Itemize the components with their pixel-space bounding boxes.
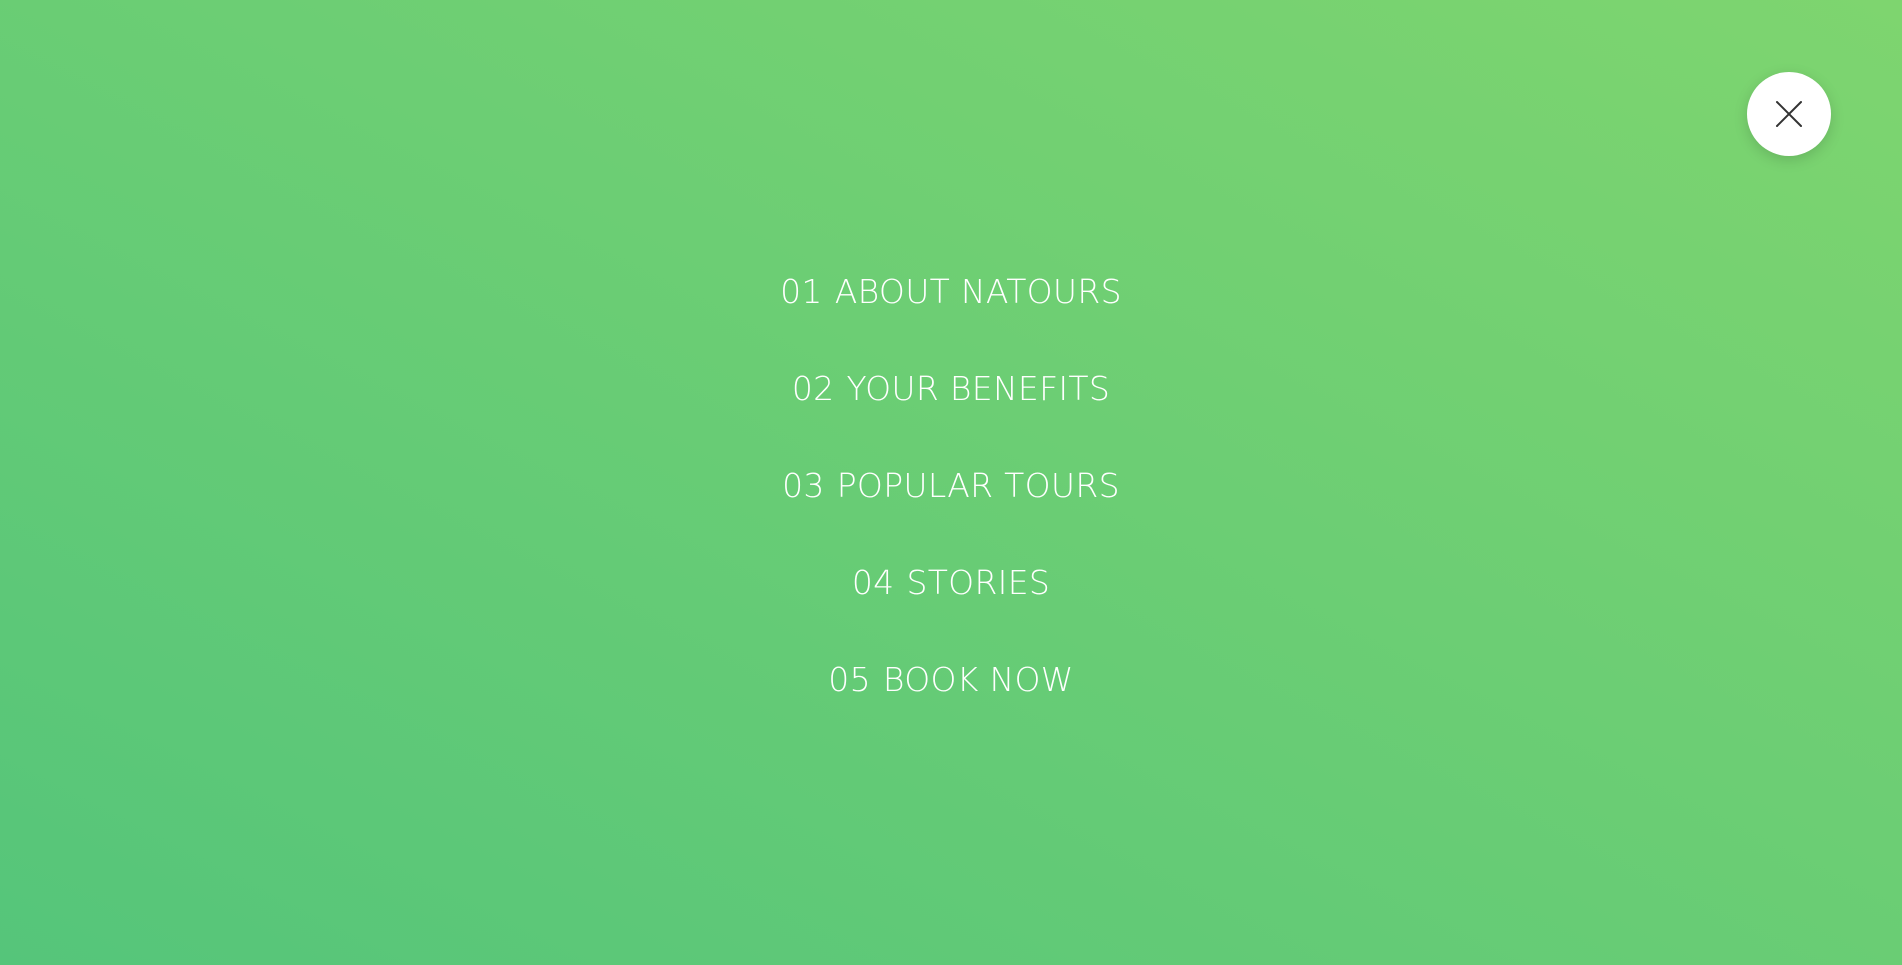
nav-item-book: 05 BOOK NOW (0, 656, 1902, 753)
close-button[interactable] (1747, 72, 1831, 156)
nav-item-about: 01 ABOUT NATOURS (0, 268, 1902, 365)
nav-label: STORIES (906, 563, 1051, 602)
nav-link-stories[interactable]: 04 STORIES (844, 559, 1058, 607)
nav-number: 01 (780, 272, 823, 311)
close-icon (1776, 101, 1802, 127)
nav-item-tours: 03 POPULAR TOURS (0, 462, 1902, 559)
nav-item-stories: 04 STORIES (0, 559, 1902, 656)
nav-label: YOUR BENEFITS (846, 369, 1111, 408)
navigation-list: 01 ABOUT NATOURS 02 YOUR BENEFITS 03 POPULA… (0, 268, 1902, 753)
nav-label: ABOUT NATOURS (834, 272, 1122, 311)
nav-number: 05 (828, 660, 871, 699)
navigation-overlay: 01 ABOUT NATOURS 02 YOUR BENEFITS 03 POPULA… (0, 0, 1902, 965)
nav-label: POPULAR TOURS (836, 466, 1120, 505)
nav-label: BOOK NOW (882, 660, 1074, 699)
nav-number: 03 (782, 466, 825, 505)
nav-number: 04 (851, 563, 895, 602)
nav-link-benefits[interactable]: 02 YOUR BENEFITS (784, 365, 1118, 413)
nav-link-about[interactable]: 01 ABOUT NATOURS (772, 268, 1130, 316)
nav-number: 02 (791, 369, 835, 408)
nav-link-tours[interactable]: 03 POPULAR TOURS (774, 462, 1128, 510)
nav-item-benefits: 02 YOUR BENEFITS (0, 365, 1902, 462)
nav-link-book[interactable]: 05 BOOK NOW (820, 656, 1081, 704)
